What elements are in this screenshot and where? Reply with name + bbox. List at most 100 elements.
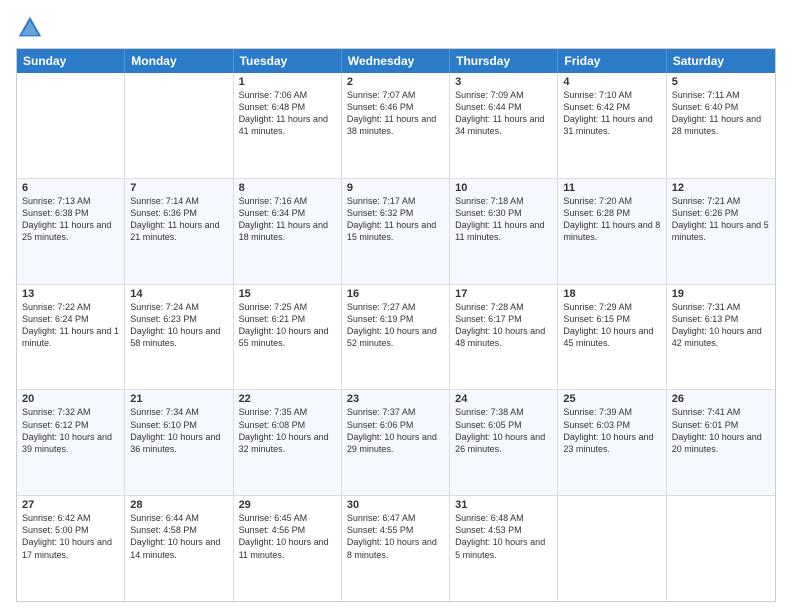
page: SundayMondayTuesdayWednesdayThursdayFrid… <box>0 0 792 612</box>
weekday-header-sunday: Sunday <box>17 49 125 73</box>
day-info: Sunrise: 7:28 AM Sunset: 6:17 PM Dayligh… <box>455 301 552 350</box>
day-info: Sunrise: 6:47 AM Sunset: 4:55 PM Dayligh… <box>347 512 444 561</box>
day-number: 16 <box>347 288 444 300</box>
day-cell-27: 27Sunrise: 6:42 AM Sunset: 5:00 PM Dayli… <box>17 496 125 601</box>
day-info: Sunrise: 7:35 AM Sunset: 6:08 PM Dayligh… <box>239 406 336 455</box>
calendar-week-1: 1Sunrise: 7:06 AM Sunset: 6:48 PM Daylig… <box>17 73 775 178</box>
calendar: SundayMondayTuesdayWednesdayThursdayFrid… <box>16 48 776 602</box>
weekday-header-saturday: Saturday <box>667 49 775 73</box>
day-info: Sunrise: 7:11 AM Sunset: 6:40 PM Dayligh… <box>672 89 770 138</box>
day-cell-14: 14Sunrise: 7:24 AM Sunset: 6:23 PM Dayli… <box>125 285 233 390</box>
logo <box>16 14 47 42</box>
day-cell-23: 23Sunrise: 7:37 AM Sunset: 6:06 PM Dayli… <box>342 390 450 495</box>
calendar-week-3: 13Sunrise: 7:22 AM Sunset: 6:24 PM Dayli… <box>17 284 775 390</box>
day-info: Sunrise: 6:42 AM Sunset: 5:00 PM Dayligh… <box>22 512 119 561</box>
day-cell-30: 30Sunrise: 6:47 AM Sunset: 4:55 PM Dayli… <box>342 496 450 601</box>
day-info: Sunrise: 7:21 AM Sunset: 6:26 PM Dayligh… <box>672 195 770 244</box>
day-cell-6: 6Sunrise: 7:13 AM Sunset: 6:38 PM Daylig… <box>17 179 125 284</box>
calendar-header: SundayMondayTuesdayWednesdayThursdayFrid… <box>17 49 775 73</box>
day-info: Sunrise: 7:34 AM Sunset: 6:10 PM Dayligh… <box>130 406 227 455</box>
day-cell-7: 7Sunrise: 7:14 AM Sunset: 6:36 PM Daylig… <box>125 179 233 284</box>
day-cell-3: 3Sunrise: 7:09 AM Sunset: 6:44 PM Daylig… <box>450 73 558 178</box>
day-number: 14 <box>130 288 227 300</box>
day-info: Sunrise: 7:38 AM Sunset: 6:05 PM Dayligh… <box>455 406 552 455</box>
day-info: Sunrise: 7:17 AM Sunset: 6:32 PM Dayligh… <box>347 195 444 244</box>
day-cell-12: 12Sunrise: 7:21 AM Sunset: 6:26 PM Dayli… <box>667 179 775 284</box>
day-number: 18 <box>563 288 660 300</box>
day-number: 5 <box>672 76 770 88</box>
day-number: 4 <box>563 76 660 88</box>
day-cell-10: 10Sunrise: 7:18 AM Sunset: 6:30 PM Dayli… <box>450 179 558 284</box>
day-info: Sunrise: 7:37 AM Sunset: 6:06 PM Dayligh… <box>347 406 444 455</box>
day-number: 8 <box>239 182 336 194</box>
weekday-header-wednesday: Wednesday <box>342 49 450 73</box>
day-cell-17: 17Sunrise: 7:28 AM Sunset: 6:17 PM Dayli… <box>450 285 558 390</box>
calendar-body: 1Sunrise: 7:06 AM Sunset: 6:48 PM Daylig… <box>17 73 775 601</box>
day-cell-16: 16Sunrise: 7:27 AM Sunset: 6:19 PM Dayli… <box>342 285 450 390</box>
day-info: Sunrise: 7:22 AM Sunset: 6:24 PM Dayligh… <box>22 301 119 350</box>
day-cell-9: 9Sunrise: 7:17 AM Sunset: 6:32 PM Daylig… <box>342 179 450 284</box>
day-number: 22 <box>239 393 336 405</box>
day-number: 31 <box>455 499 552 511</box>
day-cell-4: 4Sunrise: 7:10 AM Sunset: 6:42 PM Daylig… <box>558 73 666 178</box>
day-number: 29 <box>239 499 336 511</box>
day-info: Sunrise: 7:07 AM Sunset: 6:46 PM Dayligh… <box>347 89 444 138</box>
day-number: 19 <box>672 288 770 300</box>
day-cell-8: 8Sunrise: 7:16 AM Sunset: 6:34 PM Daylig… <box>234 179 342 284</box>
day-cell-25: 25Sunrise: 7:39 AM Sunset: 6:03 PM Dayli… <box>558 390 666 495</box>
day-cell-20: 20Sunrise: 7:32 AM Sunset: 6:12 PM Dayli… <box>17 390 125 495</box>
day-number: 7 <box>130 182 227 194</box>
day-number: 3 <box>455 76 552 88</box>
day-cell-2: 2Sunrise: 7:07 AM Sunset: 6:46 PM Daylig… <box>342 73 450 178</box>
day-number: 2 <box>347 76 444 88</box>
empty-cell <box>558 496 666 601</box>
day-number: 25 <box>563 393 660 405</box>
day-cell-21: 21Sunrise: 7:34 AM Sunset: 6:10 PM Dayli… <box>125 390 233 495</box>
empty-cell <box>17 73 125 178</box>
day-cell-11: 11Sunrise: 7:20 AM Sunset: 6:28 PM Dayli… <box>558 179 666 284</box>
day-number: 13 <box>22 288 119 300</box>
day-info: Sunrise: 7:16 AM Sunset: 6:34 PM Dayligh… <box>239 195 336 244</box>
day-number: 26 <box>672 393 770 405</box>
day-info: Sunrise: 7:24 AM Sunset: 6:23 PM Dayligh… <box>130 301 227 350</box>
day-number: 12 <box>672 182 770 194</box>
day-cell-28: 28Sunrise: 6:44 AM Sunset: 4:58 PM Dayli… <box>125 496 233 601</box>
day-info: Sunrise: 7:41 AM Sunset: 6:01 PM Dayligh… <box>672 406 770 455</box>
day-info: Sunrise: 7:20 AM Sunset: 6:28 PM Dayligh… <box>563 195 660 244</box>
day-cell-18: 18Sunrise: 7:29 AM Sunset: 6:15 PM Dayli… <box>558 285 666 390</box>
calendar-week-5: 27Sunrise: 6:42 AM Sunset: 5:00 PM Dayli… <box>17 495 775 601</box>
day-cell-29: 29Sunrise: 6:45 AM Sunset: 4:56 PM Dayli… <box>234 496 342 601</box>
day-info: Sunrise: 7:10 AM Sunset: 6:42 PM Dayligh… <box>563 89 660 138</box>
day-number: 27 <box>22 499 119 511</box>
day-number: 9 <box>347 182 444 194</box>
day-number: 28 <box>130 499 227 511</box>
day-number: 21 <box>130 393 227 405</box>
day-info: Sunrise: 7:29 AM Sunset: 6:15 PM Dayligh… <box>563 301 660 350</box>
day-cell-15: 15Sunrise: 7:25 AM Sunset: 6:21 PM Dayli… <box>234 285 342 390</box>
calendar-week-4: 20Sunrise: 7:32 AM Sunset: 6:12 PM Dayli… <box>17 389 775 495</box>
empty-cell <box>125 73 233 178</box>
day-cell-24: 24Sunrise: 7:38 AM Sunset: 6:05 PM Dayli… <box>450 390 558 495</box>
calendar-week-2: 6Sunrise: 7:13 AM Sunset: 6:38 PM Daylig… <box>17 178 775 284</box>
day-info: Sunrise: 7:39 AM Sunset: 6:03 PM Dayligh… <box>563 406 660 455</box>
day-number: 24 <box>455 393 552 405</box>
day-info: Sunrise: 7:09 AM Sunset: 6:44 PM Dayligh… <box>455 89 552 138</box>
day-info: Sunrise: 7:32 AM Sunset: 6:12 PM Dayligh… <box>22 406 119 455</box>
logo-icon <box>16 14 44 42</box>
day-number: 20 <box>22 393 119 405</box>
day-cell-5: 5Sunrise: 7:11 AM Sunset: 6:40 PM Daylig… <box>667 73 775 178</box>
day-number: 30 <box>347 499 444 511</box>
day-number: 23 <box>347 393 444 405</box>
weekday-header-friday: Friday <box>558 49 666 73</box>
day-info: Sunrise: 7:18 AM Sunset: 6:30 PM Dayligh… <box>455 195 552 244</box>
day-info: Sunrise: 7:06 AM Sunset: 6:48 PM Dayligh… <box>239 89 336 138</box>
weekday-header-thursday: Thursday <box>450 49 558 73</box>
day-cell-13: 13Sunrise: 7:22 AM Sunset: 6:24 PM Dayli… <box>17 285 125 390</box>
header <box>16 10 776 42</box>
day-info: Sunrise: 7:14 AM Sunset: 6:36 PM Dayligh… <box>130 195 227 244</box>
day-info: Sunrise: 6:45 AM Sunset: 4:56 PM Dayligh… <box>239 512 336 561</box>
day-number: 1 <box>239 76 336 88</box>
day-number: 6 <box>22 182 119 194</box>
weekday-header-tuesday: Tuesday <box>234 49 342 73</box>
day-number: 11 <box>563 182 660 194</box>
